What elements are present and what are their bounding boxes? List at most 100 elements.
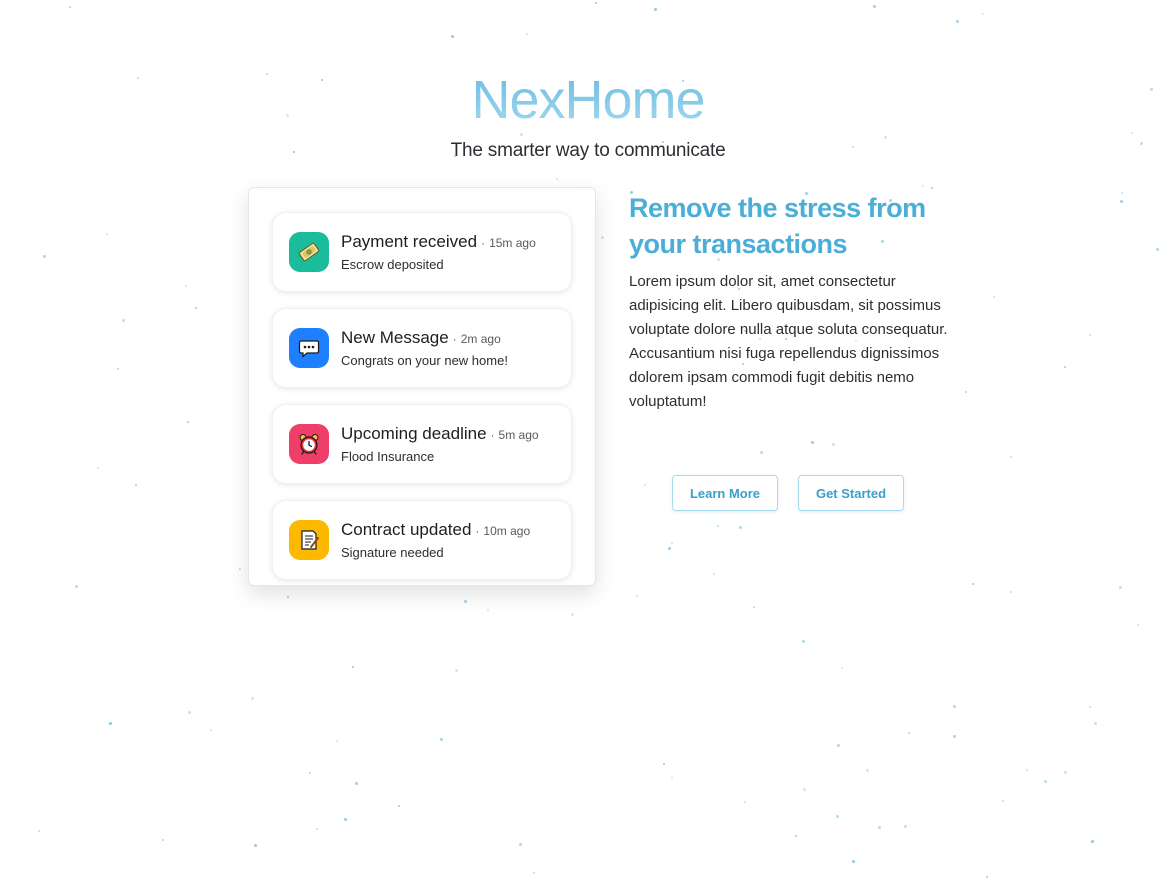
particle-dot: [69, 6, 71, 8]
particle-dot: [188, 711, 191, 714]
particle-dot: [316, 828, 318, 830]
particle-dot: [663, 763, 665, 765]
particle-dot: [972, 583, 974, 585]
notification-text: Payment received · 15m ago Escrow deposi…: [341, 231, 536, 274]
particle-dot: [440, 738, 443, 741]
money-icon: [289, 232, 329, 272]
particle-dot: [135, 484, 137, 486]
particle-dot: [760, 451, 763, 454]
particle-dot: [922, 185, 924, 187]
particle-dot: [1137, 624, 1139, 626]
chat-bubble-icon: [289, 328, 329, 368]
particle-dot: [117, 368, 119, 370]
particle-dot: [487, 609, 489, 611]
particle-dot: [744, 801, 746, 803]
particle-dot: [1064, 366, 1066, 368]
particle-dot: [1120, 200, 1123, 203]
particle-dot: [210, 729, 212, 731]
separator-dot: ·: [490, 427, 495, 442]
particle-dot: [866, 769, 869, 772]
particle-dot: [986, 876, 988, 878]
particle-dot: [878, 826, 881, 829]
particle-dot: [185, 285, 187, 287]
notification-description: Escrow deposited: [341, 256, 444, 272]
particle-dot: [355, 782, 358, 785]
separator-dot: ·: [475, 523, 480, 538]
particle-dot: [451, 35, 454, 38]
particle-dot: [344, 818, 347, 821]
particle-dot: [904, 825, 907, 828]
particle-dot: [931, 187, 933, 189]
particle-dot: [1010, 456, 1012, 458]
get-started-button[interactable]: Get Started: [798, 475, 904, 511]
particle-dot: [352, 666, 354, 668]
particle-dot: [162, 839, 164, 841]
notification-text: New Message · 2m ago Congrats on your ne…: [341, 327, 508, 370]
particle-dot: [251, 697, 254, 700]
particle-dot: [803, 788, 806, 791]
particle-dot: [668, 547, 671, 550]
notification-card-payment[interactable]: Payment received · 15m ago Escrow deposi…: [272, 212, 572, 292]
particle-dot: [841, 667, 843, 669]
document-icon: [289, 520, 329, 560]
particle-dot: [837, 744, 840, 747]
notification-title: New Message: [341, 327, 449, 347]
particle-dot: [455, 669, 458, 672]
notification-description: Flood Insurance: [341, 448, 435, 464]
particle-dot: [982, 13, 984, 15]
particle-dot: [571, 613, 574, 616]
particle-dot: [811, 441, 814, 444]
particle-dot: [993, 296, 995, 298]
particle-dot: [1121, 192, 1123, 194]
particle-dot: [1156, 248, 1159, 251]
particle-dot: [671, 542, 673, 544]
particle-dot: [908, 732, 910, 734]
notification-panel: Payment received · 15m ago Escrow deposi…: [248, 187, 596, 586]
particle-dot: [309, 772, 311, 774]
notification-card-deadline[interactable]: Upcoming deadline · 5m ago Flood Insuran…: [272, 404, 572, 484]
notification-title: Payment received: [341, 231, 478, 251]
particle-dot: [836, 815, 839, 818]
notification-text: Upcoming deadline · 5m ago Flood Insuran…: [341, 423, 539, 466]
particle-dot: [713, 573, 715, 575]
particle-dot: [654, 8, 657, 11]
particle-dot: [195, 307, 197, 309]
particle-dot: [43, 255, 46, 258]
particle-dot: [832, 443, 835, 446]
notification-time: 2m ago: [460, 331, 501, 346]
particle-dot: [953, 705, 956, 708]
particle-dot: [717, 525, 719, 527]
particle-dot: [873, 5, 876, 8]
particle-dot: [254, 844, 257, 847]
particle-dot: [75, 585, 78, 588]
particle-dot: [644, 484, 646, 486]
particle-dot: [106, 233, 108, 235]
particle-dot: [1094, 722, 1097, 725]
particle-dot: [739, 526, 742, 529]
brand-tagline: The smarter way to communicate: [450, 140, 726, 161]
brand-logo-text: NexHome: [0, 64, 1176, 136]
particle-dot: [671, 777, 673, 779]
notification-card-message[interactable]: New Message · 2m ago Congrats on your ne…: [272, 308, 572, 388]
particle-dot: [953, 735, 956, 738]
particle-dot: [956, 20, 959, 23]
particle-dot: [38, 830, 40, 832]
notification-card-contract[interactable]: Contract updated · 10m ago Signature nee…: [272, 500, 572, 580]
notification-time: 10m ago: [483, 523, 531, 538]
particle-dot: [1010, 591, 1012, 593]
particle-dot: [595, 2, 597, 4]
separator-dot: ·: [452, 331, 457, 346]
separator-dot: ·: [481, 235, 486, 250]
hero-heading: Remove the stress from your transactions: [629, 193, 926, 259]
notification-text: Contract updated · 10m ago Signature nee…: [341, 519, 530, 562]
particle-dot: [336, 740, 338, 742]
particle-dot: [636, 595, 638, 597]
particle-dot: [519, 843, 522, 846]
particle-dot: [526, 33, 528, 35]
learn-more-button[interactable]: Learn More: [672, 475, 778, 511]
particle-dot: [795, 835, 797, 837]
notification-title: Upcoming deadline: [341, 423, 487, 443]
particle-dot: [1044, 780, 1047, 783]
notification-title: Contract updated: [341, 519, 472, 539]
particle-dot: [852, 860, 855, 863]
